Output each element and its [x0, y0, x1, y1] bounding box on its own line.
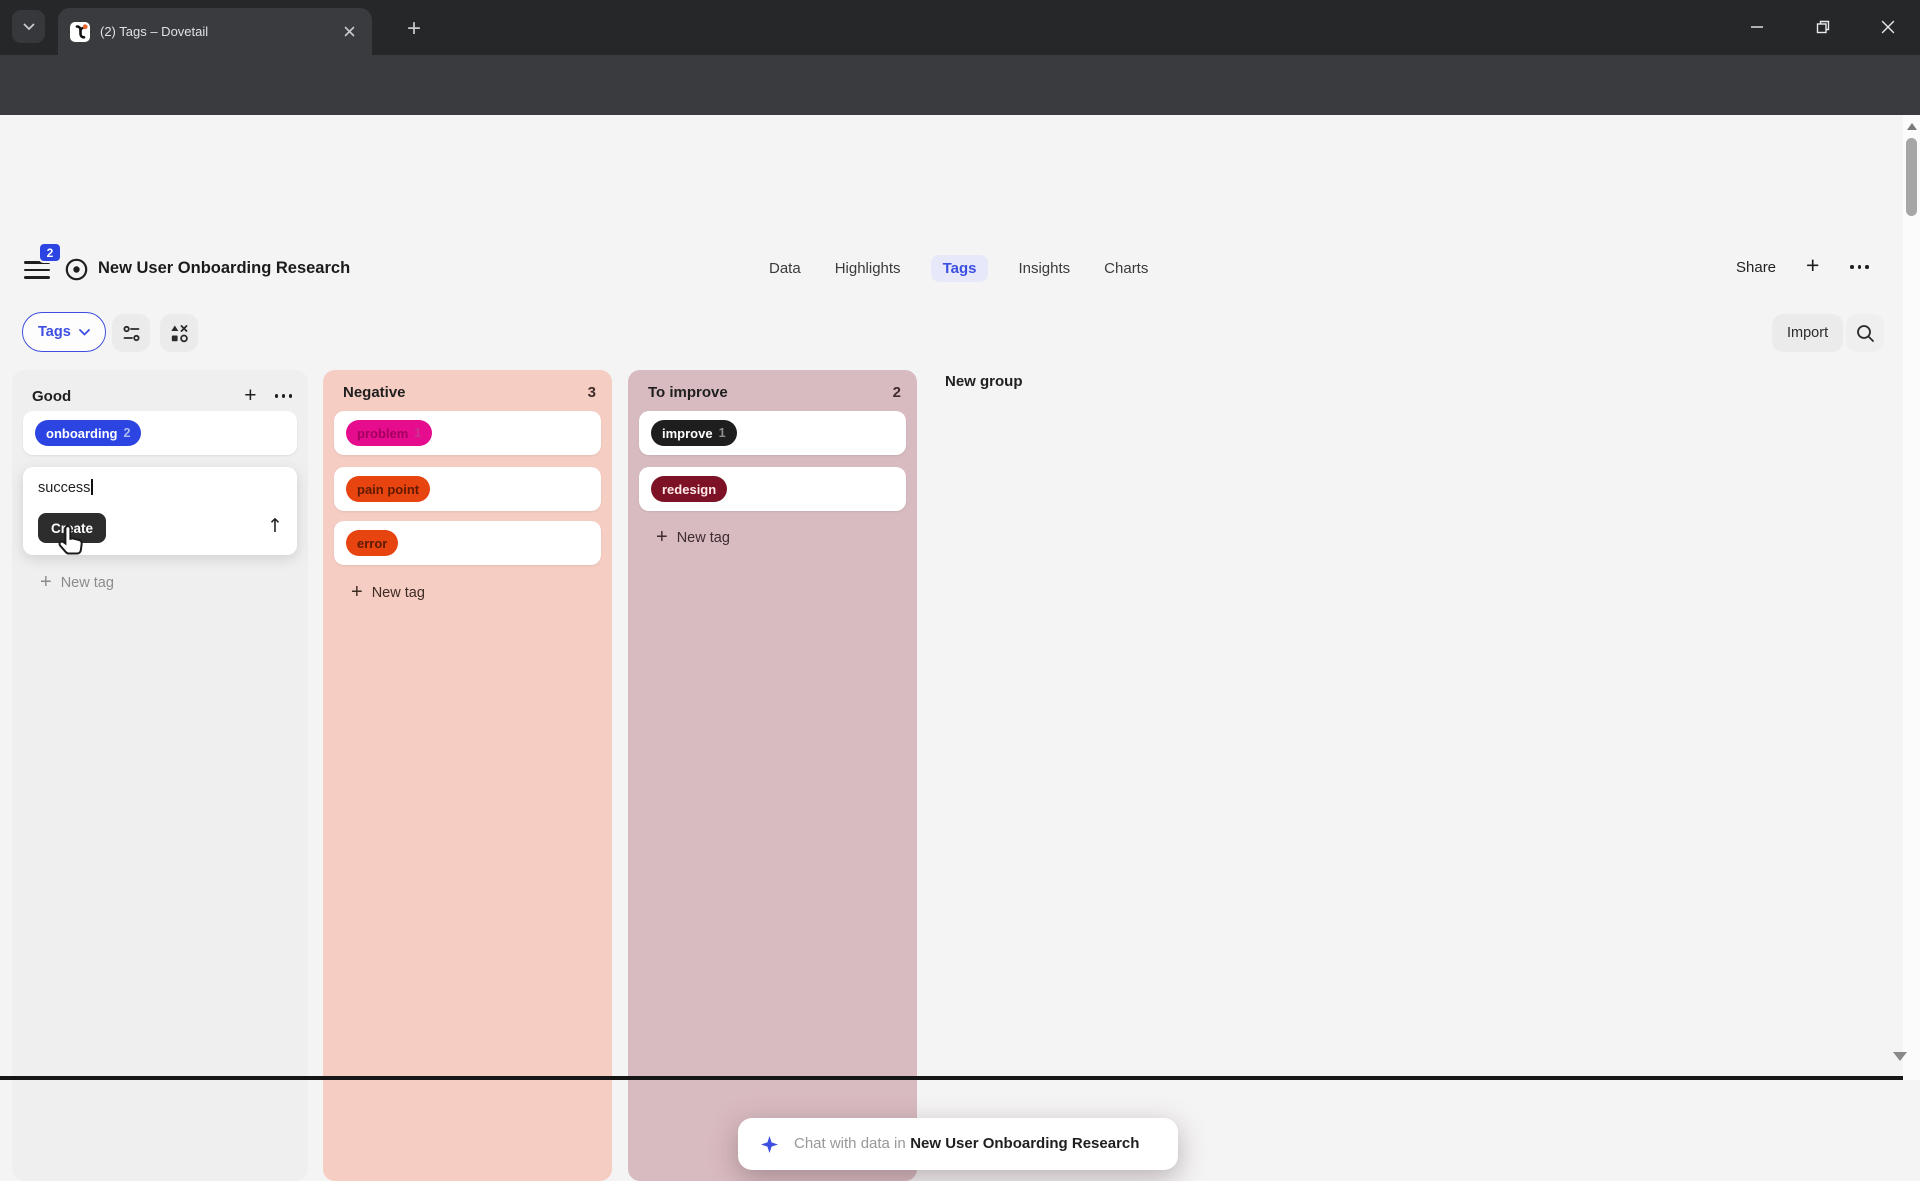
tag-label: onboarding	[46, 426, 118, 441]
window-restore-button[interactable]	[1800, 8, 1846, 46]
new-tag-composer[interactable]: success Create ↑	[23, 467, 297, 555]
group-name: Negative	[343, 384, 588, 401]
tag-count: 2	[124, 426, 131, 440]
project-record-icon	[64, 257, 89, 282]
group-menu-icon[interactable]	[275, 394, 293, 398]
tab-title: (2) Tags – Dovetail	[100, 24, 338, 39]
new-tag-input-value: success	[38, 480, 90, 496]
notification-badge: 2	[38, 242, 62, 263]
dovetail-app: 2 New User Onboarding Research Data High…	[0, 115, 1903, 1076]
add-tag-icon[interactable]: +	[244, 384, 256, 408]
tag-label: redesign	[662, 482, 716, 497]
search-button[interactable]	[1846, 314, 1884, 352]
tag-card[interactable]: error	[334, 521, 601, 565]
new-tab-button[interactable]: +	[398, 13, 430, 45]
page-title: New User Onboarding Research	[98, 259, 350, 278]
chevron-down-icon	[79, 329, 90, 336]
tag-pill-pain-point[interactable]: pain point	[346, 476, 430, 502]
group-sort-button[interactable]	[160, 314, 198, 352]
browser-tab-strip: (2) Tags – Dovetail +	[0, 0, 1920, 55]
group-name: To improve	[648, 384, 893, 401]
tab-insights[interactable]: Insights	[1014, 255, 1074, 282]
new-tag-label: New tag	[677, 530, 730, 546]
tab-charts[interactable]: Charts	[1100, 255, 1152, 282]
tab-data[interactable]: Data	[765, 255, 805, 282]
sliders-icon	[122, 324, 141, 343]
tag-label: problem	[357, 426, 408, 441]
window-close-button[interactable]	[1865, 8, 1911, 46]
tab-tags[interactable]: Tags	[931, 255, 989, 282]
tag-card[interactable]: redesign	[639, 467, 906, 511]
new-group-button[interactable]: New group	[945, 373, 1023, 390]
view-selector-dropdown[interactable]: Tags	[22, 312, 106, 352]
window-bottom-edge	[0, 1076, 1903, 1080]
chat-bar-project: New User Onboarding Research	[910, 1135, 1139, 1152]
tag-pill-onboarding[interactable]: onboarding 2	[35, 420, 141, 446]
tag-card[interactable]: problem 1	[334, 411, 601, 455]
tag-card[interactable]: improve 1	[639, 411, 906, 455]
tag-pill-redesign[interactable]: redesign	[651, 476, 727, 502]
window-minimize-button[interactable]	[1734, 8, 1780, 46]
tag-pill-problem[interactable]: problem 1	[346, 420, 432, 446]
tag-card[interactable]: pain point	[334, 467, 601, 511]
tag-card[interactable]: onboarding 2	[23, 411, 297, 455]
chat-with-data-bar[interactable]: Chat with data in New User Onboarding Re…	[738, 1118, 1178, 1170]
new-tag-button[interactable]: + New tag	[40, 571, 114, 594]
group-count: 2	[893, 384, 901, 401]
plus-icon: +	[351, 581, 363, 604]
tag-count: 1	[719, 426, 726, 440]
import-label: Import	[1787, 325, 1828, 341]
hamburger-menu-icon[interactable]	[24, 261, 50, 279]
browser-toolbar: moodjoy-team-2h2v.dovetail.com/projects/…	[0, 55, 1920, 115]
tab-search-button[interactable]	[12, 10, 45, 43]
main-nav: Data Highlights Tags Insights Charts	[765, 252, 1152, 284]
dovetail-favicon	[70, 22, 90, 42]
new-tag-button[interactable]: + New tag	[351, 581, 425, 604]
tag-label: pain point	[357, 482, 419, 497]
tab-highlights[interactable]: Highlights	[831, 255, 905, 282]
shapes-sort-icon	[170, 324, 189, 343]
import-button[interactable]: Import	[1772, 314, 1843, 352]
new-tag-label: New tag	[372, 585, 425, 601]
tag-label: error	[357, 536, 387, 551]
plus-icon: +	[656, 526, 668, 549]
scrollbar-down-arrow[interactable]	[1893, 1052, 1907, 1061]
sparkle-icon	[760, 1135, 779, 1154]
new-tag-input[interactable]: success	[38, 479, 93, 496]
chat-bar-prefix: Chat with data in	[794, 1135, 906, 1152]
group-name: Good	[32, 388, 244, 405]
new-tag-label: New tag	[61, 575, 114, 591]
submit-arrow-icon[interactable]: ↑	[267, 515, 283, 537]
view-selector-label: Tags	[38, 324, 71, 340]
scrollbar-up-arrow[interactable]	[1907, 123, 1917, 130]
search-icon	[1855, 323, 1875, 343]
tag-count: 1	[414, 426, 421, 440]
group-count: 3	[588, 384, 596, 401]
browser-tab[interactable]: (2) Tags – Dovetail	[58, 8, 372, 55]
chevron-down-icon	[23, 23, 35, 31]
tag-label: improve	[662, 426, 713, 441]
filter-settings-button[interactable]	[112, 314, 150, 352]
more-options-icon[interactable]	[1850, 265, 1869, 269]
tab-close-icon[interactable]	[338, 21, 360, 43]
add-button[interactable]: +	[1806, 252, 1819, 279]
text-caret	[91, 479, 93, 495]
tag-pill-error[interactable]: error	[346, 530, 398, 556]
vertical-scrollbar[interactable]	[1903, 115, 1920, 1080]
share-button[interactable]: Share	[1736, 259, 1776, 276]
plus-icon: +	[40, 571, 52, 594]
hand-cursor	[56, 523, 86, 559]
tag-pill-improve[interactable]: improve 1	[651, 420, 737, 446]
new-tag-button[interactable]: + New tag	[656, 526, 730, 549]
scrollbar-thumb[interactable]	[1906, 138, 1917, 216]
